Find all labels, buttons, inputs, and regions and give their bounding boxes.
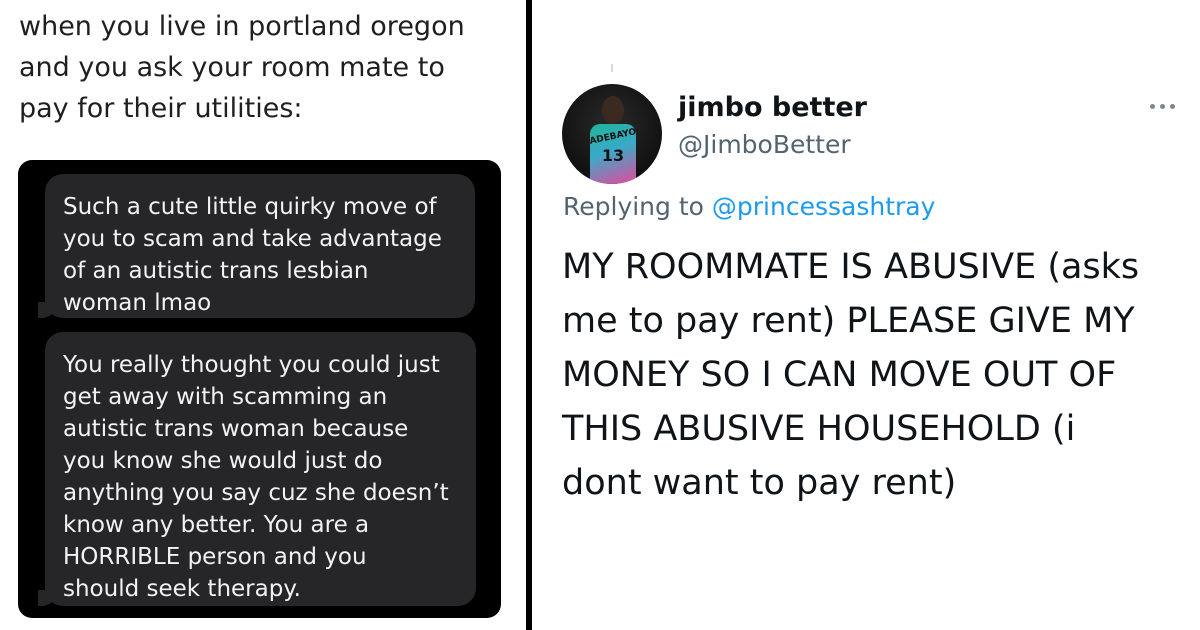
message-line: anything you say cuz she doesn’t bbox=[63, 480, 449, 506]
avatar[interactable]: ADEBAYO 13 bbox=[562, 84, 662, 184]
tweet-line: THIS ABUSIVE HOUSEHOLD (i bbox=[562, 409, 1076, 449]
message-line: should seek therapy. bbox=[63, 576, 301, 602]
dot bbox=[1150, 104, 1155, 109]
display-name[interactable]: jimbo better bbox=[678, 92, 867, 123]
reply-mention-link[interactable]: @princessashtray bbox=[712, 192, 936, 221]
caption-line: pay for their utilities: bbox=[19, 93, 303, 124]
meme-caption: when you live in portland oregon and you… bbox=[19, 6, 489, 129]
bubble-tail bbox=[38, 590, 56, 606]
tweet-card: ADEBAYO 13 jimbo better @JimboBetter Rep… bbox=[532, 0, 1200, 630]
bubble-tail bbox=[38, 302, 56, 318]
message-line: HORRIBLE person and you bbox=[63, 544, 367, 570]
left-panel: when you live in portland oregon and you… bbox=[0, 0, 516, 630]
message-bubble: You really thought you could just get aw… bbox=[38, 332, 476, 606]
dot bbox=[1170, 104, 1175, 109]
reply-prefix: Replying to bbox=[563, 192, 704, 221]
replying-to: Replying to @princessashtray bbox=[563, 192, 935, 221]
message-line: You really thought you could just bbox=[63, 352, 440, 378]
message-line: of an autistic trans lesbian bbox=[63, 258, 369, 284]
message-line: Such a cute little quirky move of bbox=[63, 194, 437, 220]
caption-line: and you ask your room mate to bbox=[19, 52, 445, 83]
user-handle[interactable]: @JimboBetter bbox=[678, 130, 851, 159]
thread-connector bbox=[611, 64, 613, 72]
message-line: autistic trans woman because bbox=[63, 416, 409, 442]
tweet-line: MY ROOMMATE IS ABUSIVE (asks bbox=[562, 247, 1140, 287]
more-horizontal-icon[interactable] bbox=[1148, 96, 1178, 116]
tweet-line: dont want to pay rent) bbox=[562, 463, 957, 503]
message-line: know any better. You are a bbox=[63, 512, 370, 538]
avatar-head bbox=[602, 96, 624, 124]
tweet-line: MONEY SO I CAN MOVE OUT OF bbox=[562, 355, 1117, 395]
message-line: woman lmao bbox=[63, 290, 212, 316]
text-message-thread: Such a cute little quirky move of you to… bbox=[18, 160, 501, 618]
dot bbox=[1160, 104, 1165, 109]
message-line: you know she would just do bbox=[63, 448, 383, 474]
message-bubble: Such a cute little quirky move of you to… bbox=[38, 174, 475, 318]
tweet-text: MY ROOMMATE IS ABUSIVE (asks me to pay r… bbox=[562, 240, 1192, 510]
caption-line: when you live in portland oregon bbox=[19, 11, 465, 42]
message-line: get away with scamming an bbox=[63, 384, 388, 410]
message-line: you to scam and take advantage bbox=[63, 226, 442, 252]
jersey-number: 13 bbox=[601, 146, 625, 165]
tweet-line: me to pay rent) PLEASE GIVE MY bbox=[562, 301, 1135, 341]
